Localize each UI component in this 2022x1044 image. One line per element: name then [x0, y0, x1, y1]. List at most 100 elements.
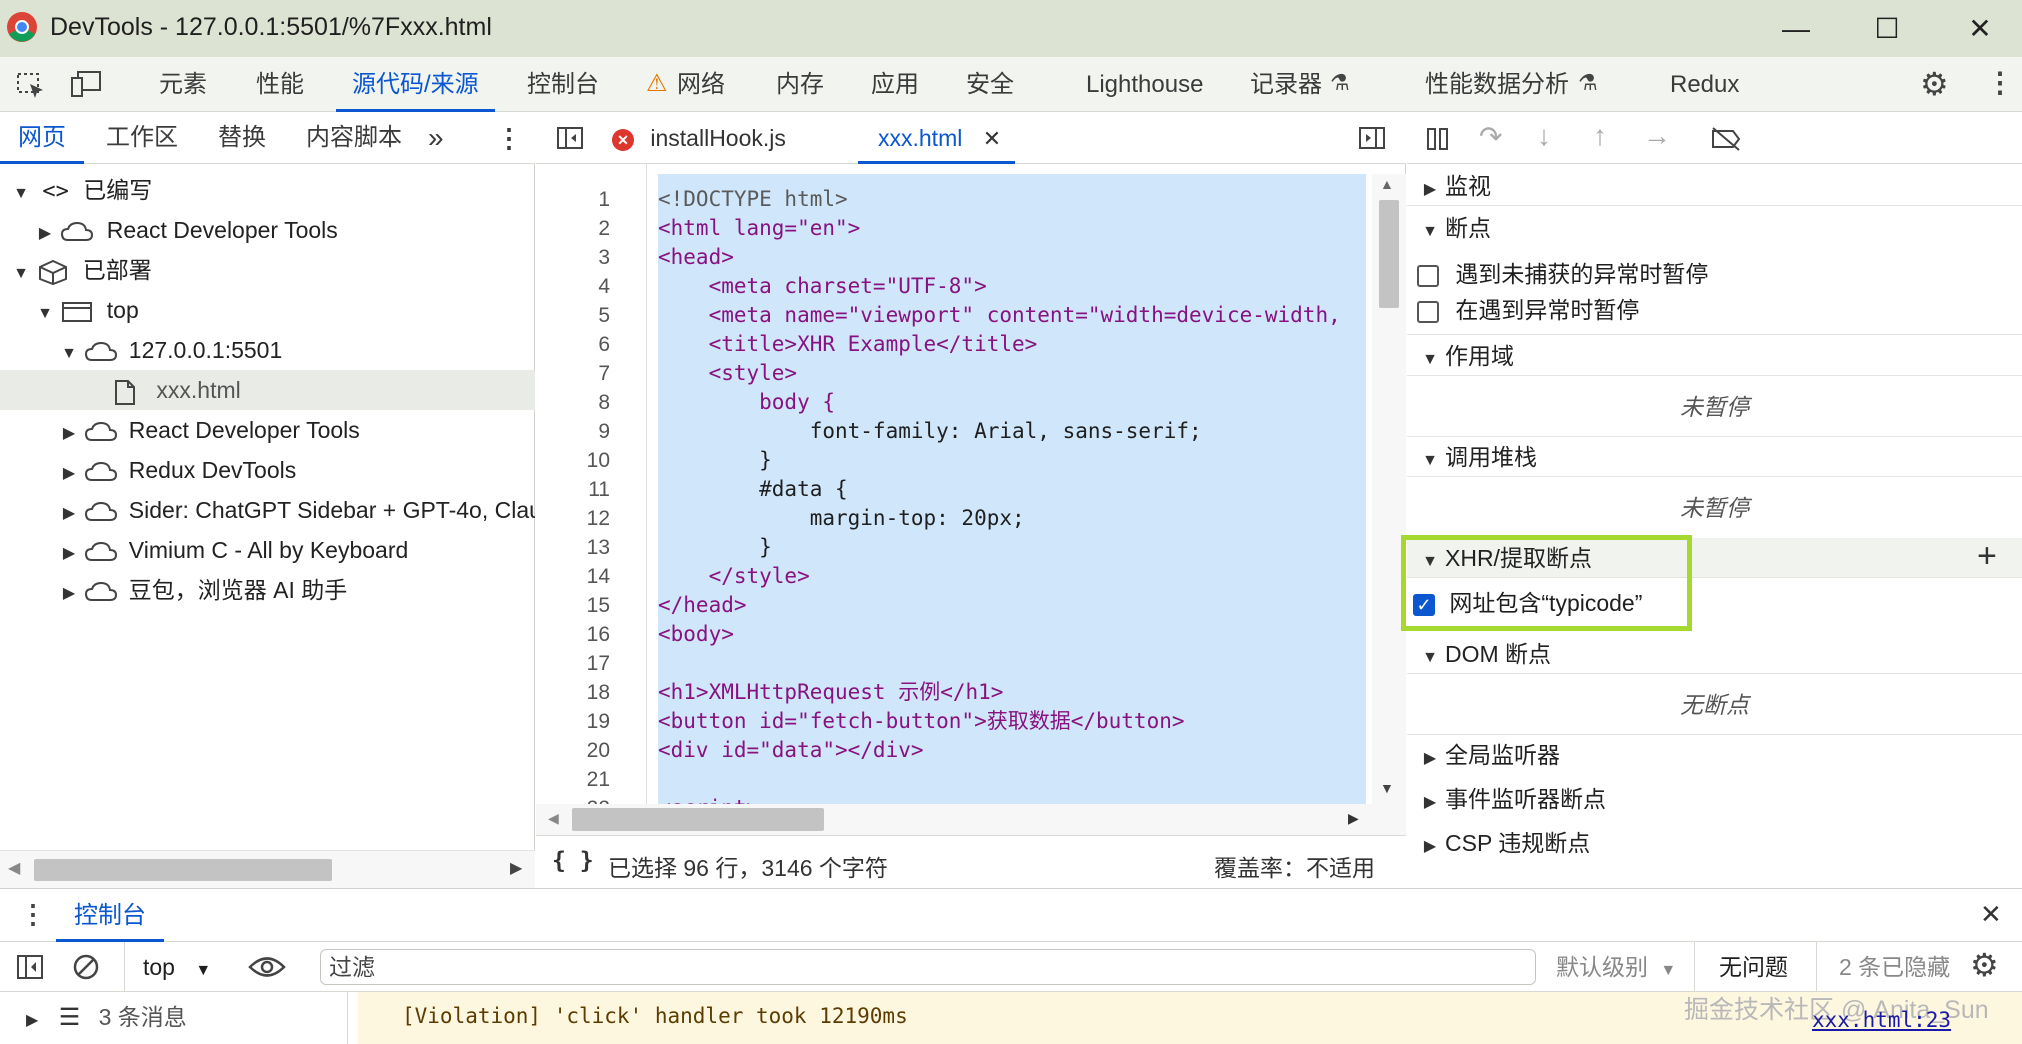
- step-over-icon[interactable]: ↷: [1479, 120, 1502, 153]
- section-csp-breakpoints[interactable]: ▶ CSP 违规断点: [1407, 823, 2022, 863]
- message-source-link[interactable]: xxx.html:23: [1812, 1008, 1951, 1032]
- tree-node-react-devtools-ext[interactable]: ▶ React Developer Tools: [0, 410, 535, 450]
- context-selector[interactable]: top ▼: [124, 942, 211, 992]
- line-number[interactable]: 9: [536, 417, 610, 446]
- more-tabs-chevron-icon[interactable]: »: [428, 112, 444, 164]
- step-icon[interactable]: →: [1643, 120, 1671, 152]
- navigator-menu-icon[interactable]: ⋮: [496, 112, 522, 164]
- tab-performance[interactable]: 性能: [256, 57, 304, 112]
- tab-security[interactable]: 安全: [966, 57, 1014, 112]
- line-number[interactable]: 19: [536, 707, 610, 736]
- tab-redux[interactable]: Redux: [1670, 57, 1739, 112]
- clear-console-icon[interactable]: [72, 953, 100, 981]
- navigator-horizontal-scrollbar[interactable]: ◀ ▶: [0, 850, 535, 888]
- line-number[interactable]: 2: [536, 214, 610, 243]
- line-number[interactable]: 5: [536, 301, 610, 330]
- scrollbar-thumb[interactable]: [34, 859, 332, 881]
- tab-console[interactable]: 控制台: [527, 57, 599, 112]
- line-number[interactable]: 7: [536, 359, 610, 388]
- pretty-print-icon[interactable]: { }: [552, 848, 594, 874]
- editor-tab-installhook[interactable]: ✕ installHook.js: [612, 112, 786, 164]
- line-number[interactable]: 13: [536, 533, 610, 562]
- tree-node-top-frame[interactable]: ▼ top: [0, 290, 535, 330]
- section-dom-breakpoints[interactable]: ▼ DOM 断点: [1407, 634, 2022, 674]
- deactivate-breakpoints-icon[interactable]: [1709, 126, 1743, 152]
- scroll-up-arrow-icon[interactable]: ▲: [1380, 176, 1394, 192]
- section-event-listener-breakpoints[interactable]: ▶ 事件监听器断点: [1407, 779, 2022, 819]
- close-window-button[interactable]: ✕: [1945, 0, 2015, 57]
- scroll-right-arrow-icon[interactable]: ▶: [1348, 810, 1359, 827]
- tree-node-xxx-html[interactable]: xxx.html: [0, 370, 535, 410]
- step-into-icon[interactable]: ↓: [1537, 120, 1551, 152]
- pause-caught-checkbox[interactable]: [1417, 300, 1439, 323]
- live-expression-eye-icon[interactable]: [248, 954, 286, 980]
- tree-node-react-devtools[interactable]: ▶ React Developer Tools: [0, 210, 535, 250]
- nav-tab-overrides[interactable]: 替换: [218, 112, 266, 164]
- tab-elements[interactable]: 元素: [159, 57, 207, 112]
- message-group-summary[interactable]: ▶ ☰ 3 条消息: [0, 992, 348, 1044]
- maximize-button[interactable]: ☐: [1852, 0, 1922, 57]
- more-options-icon[interactable]: ⋮: [1986, 66, 2014, 99]
- drawer-menu-icon[interactable]: ⋮: [20, 899, 46, 930]
- line-number[interactable]: 17: [536, 649, 610, 678]
- tab-memory[interactable]: 内存: [776, 57, 824, 112]
- scrollbar-thumb[interactable]: [1379, 200, 1399, 308]
- line-number[interactable]: 4: [536, 272, 610, 301]
- console-sidebar-toggle-icon[interactable]: [16, 954, 44, 980]
- drawer-tab-console[interactable]: 控制台: [56, 889, 164, 942]
- editor-tab-xxx-html[interactable]: xxx.html ✕: [858, 112, 1016, 164]
- device-toolbar-icon[interactable]: [70, 70, 104, 100]
- tab-application[interactable]: 应用: [871, 57, 919, 112]
- section-watch[interactable]: ▶ 监视: [1407, 166, 2022, 206]
- inspect-element-icon[interactable]: [16, 72, 46, 100]
- line-number[interactable]: 1: [536, 185, 610, 214]
- line-number[interactable]: 11: [536, 475, 610, 504]
- tab-lighthouse[interactable]: Lighthouse: [1086, 57, 1203, 112]
- tree-node-redux-devtools[interactable]: ▶ Redux DevTools: [0, 450, 535, 490]
- scrollbar-thumb[interactable]: [572, 808, 824, 831]
- section-call-stack[interactable]: ▼ 调用堆栈: [1407, 437, 2022, 477]
- add-xhr-breakpoint-icon[interactable]: +: [1977, 536, 1997, 576]
- tree-node-authored[interactable]: ▼ <> 已编写: [0, 170, 535, 210]
- console-filter-input[interactable]: 过滤: [320, 949, 1536, 985]
- nav-tab-content-scripts[interactable]: 内容脚本: [306, 112, 402, 164]
- line-number[interactable]: 3: [536, 243, 610, 272]
- scroll-left-arrow-icon[interactable]: ◀: [548, 810, 559, 827]
- pause-caught-option[interactable]: 在遇到异常时暂停: [1417, 294, 1639, 326]
- close-drawer-icon[interactable]: ✕: [1980, 899, 2002, 930]
- log-level-selector[interactable]: 默认级别 ▼: [1556, 942, 1676, 992]
- settings-gear-icon[interactable]: ⚙: [1920, 65, 1949, 103]
- tree-node-sider[interactable]: ▶ Sider: ChatGPT Sidebar + GPT-4o, Clau: [0, 490, 535, 530]
- line-number[interactable]: 16: [536, 620, 610, 649]
- console-settings-gear-icon[interactable]: ⚙: [1970, 946, 1999, 984]
- pause-resume-icon[interactable]: [1425, 126, 1451, 152]
- nav-tab-workspace[interactable]: 工作区: [106, 112, 178, 164]
- line-number[interactable]: 15: [536, 591, 610, 620]
- scroll-right-arrow-icon[interactable]: ▶: [510, 858, 522, 878]
- tab-sources[interactable]: 源代码/来源: [336, 57, 495, 112]
- issues-counter[interactable]: 无问题: [1694, 942, 1788, 992]
- pause-uncaught-option[interactable]: 遇到未捕获的异常时暂停: [1417, 258, 1708, 290]
- minimize-button[interactable]: —: [1761, 0, 1831, 57]
- section-breakpoints[interactable]: ▼ 断点: [1407, 208, 2022, 248]
- toggle-navigator-icon[interactable]: [556, 126, 584, 150]
- editor-vertical-scrollbar[interactable]: ▲ ▼: [1372, 174, 1406, 804]
- tree-node-doubao[interactable]: ▶ 豆包，浏览器 AI 助手: [0, 570, 535, 610]
- tab-performance-insights[interactable]: 性能数据分析: [1425, 57, 1569, 112]
- line-number[interactable]: 12: [536, 504, 610, 533]
- line-number[interactable]: 8: [536, 388, 610, 417]
- tree-node-deployed[interactable]: ▼ 已部署: [0, 250, 535, 290]
- scroll-left-arrow-icon[interactable]: ◀: [8, 858, 20, 878]
- step-out-icon[interactable]: ↑: [1593, 120, 1607, 152]
- line-number[interactable]: 10: [536, 446, 610, 475]
- line-number[interactable]: 21: [536, 765, 610, 794]
- tree-node-vimium[interactable]: ▶ Vimium C - All by Keyboard: [0, 530, 535, 570]
- line-number[interactable]: 18: [536, 678, 610, 707]
- nav-tab-page[interactable]: 网页: [0, 112, 84, 164]
- toggle-debugger-icon[interactable]: [1358, 126, 1386, 150]
- section-global-listeners[interactable]: ▶ 全局监听器: [1407, 735, 2022, 775]
- tab-recorder[interactable]: 记录器: [1250, 57, 1322, 112]
- tree-node-origin[interactable]: ▼ 127.0.0.1:5501: [0, 330, 535, 370]
- line-number[interactable]: 20: [536, 736, 610, 765]
- line-number[interactable]: 14: [536, 562, 610, 591]
